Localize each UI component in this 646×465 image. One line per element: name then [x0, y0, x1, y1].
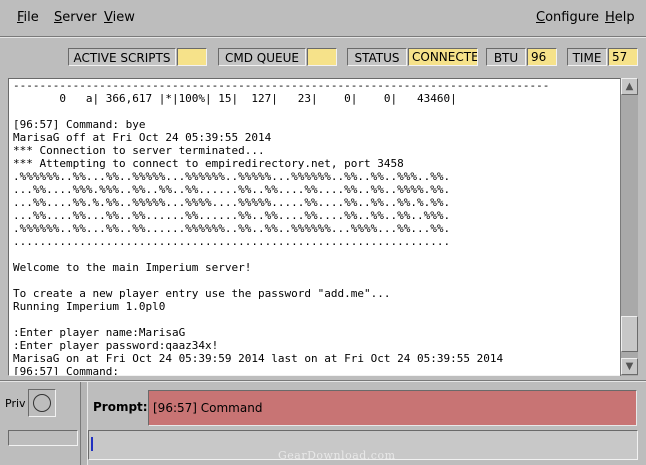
console-line: [96:57] Command: bye — [13, 118, 146, 131]
prompt-label: Prompt: — [93, 400, 148, 414]
menu-configure-label: onfigure — [545, 10, 600, 25]
priv-toggle[interactable] — [28, 389, 56, 417]
menu-configure-mnemonic: C — [536, 10, 546, 25]
scroll-down-arrow-icon[interactable]: ▼ — [621, 358, 638, 375]
menu-view[interactable]: View — [104, 10, 135, 25]
console-line: [96:57] Command: — [13, 365, 119, 376]
active-scripts-value — [177, 48, 207, 66]
menubar: File Server View Configure Help — [0, 0, 646, 36]
scroll-up-arrow-icon[interactable]: ▲ — [621, 78, 638, 95]
console-line: ........................................… — [13, 235, 451, 248]
cmd-queue-value — [307, 48, 337, 66]
cmd-queue-label: CMD QUEUE — [218, 48, 306, 66]
console-line: :Enter player password:qaaz34x! — [13, 339, 219, 352]
status-label: STATUS — [347, 48, 407, 66]
menu-help-label: elp — [614, 10, 635, 25]
menu-file[interactable]: File — [17, 10, 39, 25]
console-line: ...%%....%%...%%..%%......%%......%%..%%… — [13, 209, 451, 222]
console-line: Running Imperium 1.0pl0 — [13, 300, 166, 313]
btu-label: BTU — [486, 48, 526, 66]
console-line: 0 a| 366,617 |*|100%| 15| 127| 23| 0| 0|… — [13, 92, 457, 105]
time-value: 57 — [608, 48, 638, 66]
menu-file-label: ile — [23, 10, 39, 25]
menu-configure[interactable]: Configure — [536, 10, 599, 25]
menu-server-label: erver — [62, 10, 97, 25]
console-line: To create a new player entry use the pas… — [13, 287, 391, 300]
time-label: TIME — [567, 48, 607, 66]
menu-server[interactable]: Server — [54, 10, 97, 25]
console-text: ----------------------------------------… — [13, 79, 550, 376]
menu-help[interactable]: Help — [605, 10, 635, 25]
btu-value: 96 — [527, 48, 557, 66]
menu-help-mnemonic: H — [605, 10, 615, 25]
console-line: *** Connection to server terminated... — [13, 144, 265, 157]
console-scrollbar[interactable]: ▲ ▼ — [620, 78, 638, 376]
console-line: ----------------------------------------… — [13, 79, 550, 92]
console-line: .%%%%%%..%%...%%..%%%%%...%%%%%%..%%%%%.… — [13, 170, 451, 183]
prompt-display: [96:57] Command — [148, 390, 637, 426]
menu-view-mnemonic: V — [104, 10, 113, 25]
console-output[interactable]: ----------------------------------------… — [8, 78, 620, 376]
menu-view-label: iew — [112, 10, 135, 25]
active-scripts-label: ACTIVE SCRIPTS — [68, 48, 176, 66]
console-line: Welcome to the main Imperium server! — [13, 261, 252, 274]
watermark: GearDownload.com — [278, 449, 396, 462]
priv-label: Priv — [5, 397, 26, 410]
console-line: *** Attempting to connect to empiredirec… — [13, 157, 404, 170]
priv-circle-icon — [33, 394, 51, 412]
status-value: CONNECTED — [408, 48, 478, 66]
console-line: .%%%%%%..%%...%%..%%......%%%%%%..%%..%%… — [13, 222, 451, 235]
console-line: ...%%....%%%.%%%..%%..%%..%%......%%..%%… — [13, 183, 451, 196]
left-small-field — [8, 430, 78, 446]
console-line: :Enter player name:MarisaG — [13, 326, 186, 339]
scroll-thumb[interactable] — [621, 316, 638, 352]
bottom-divider-light — [0, 381, 646, 382]
pane-divider[interactable] — [80, 382, 88, 465]
console-line: ...%%....%%.%.%%..%%%%%...%%%%....%%%%%.… — [13, 196, 451, 209]
console-line: MarisaG on at Fri Oct 24 05:39:59 2014 l… — [13, 352, 504, 365]
text-caret — [91, 437, 93, 451]
menubar-divider-light — [0, 37, 646, 38]
console-line: MarisaG off at Fri Oct 24 05:39:55 2014 — [13, 131, 272, 144]
